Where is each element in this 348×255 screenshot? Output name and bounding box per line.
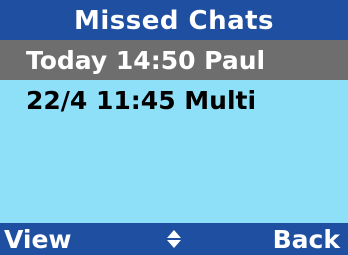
page-title: Missed Chats — [73, 6, 275, 36]
chat-list: Today 14:50 Paul 22/4 11:45 Multi — [0, 40, 348, 120]
back-button[interactable]: Back — [273, 227, 340, 252]
softkey-bar: View Back — [0, 223, 348, 255]
view-button[interactable]: View — [4, 227, 72, 252]
list-item-label: 22/4 11:45 Multi — [26, 85, 257, 115]
up-down-arrows-icon[interactable] — [165, 229, 183, 249]
title-bar: Missed Chats — [0, 0, 348, 40]
list-item-label: Today 14:50 Paul — [26, 45, 266, 75]
list-item[interactable]: 22/4 11:45 Multi — [0, 80, 348, 120]
missed-chats-screen: Missed Chats Today 14:50 Paul 22/4 11:45… — [0, 0, 348, 255]
list-item[interactable]: Today 14:50 Paul — [0, 40, 348, 80]
